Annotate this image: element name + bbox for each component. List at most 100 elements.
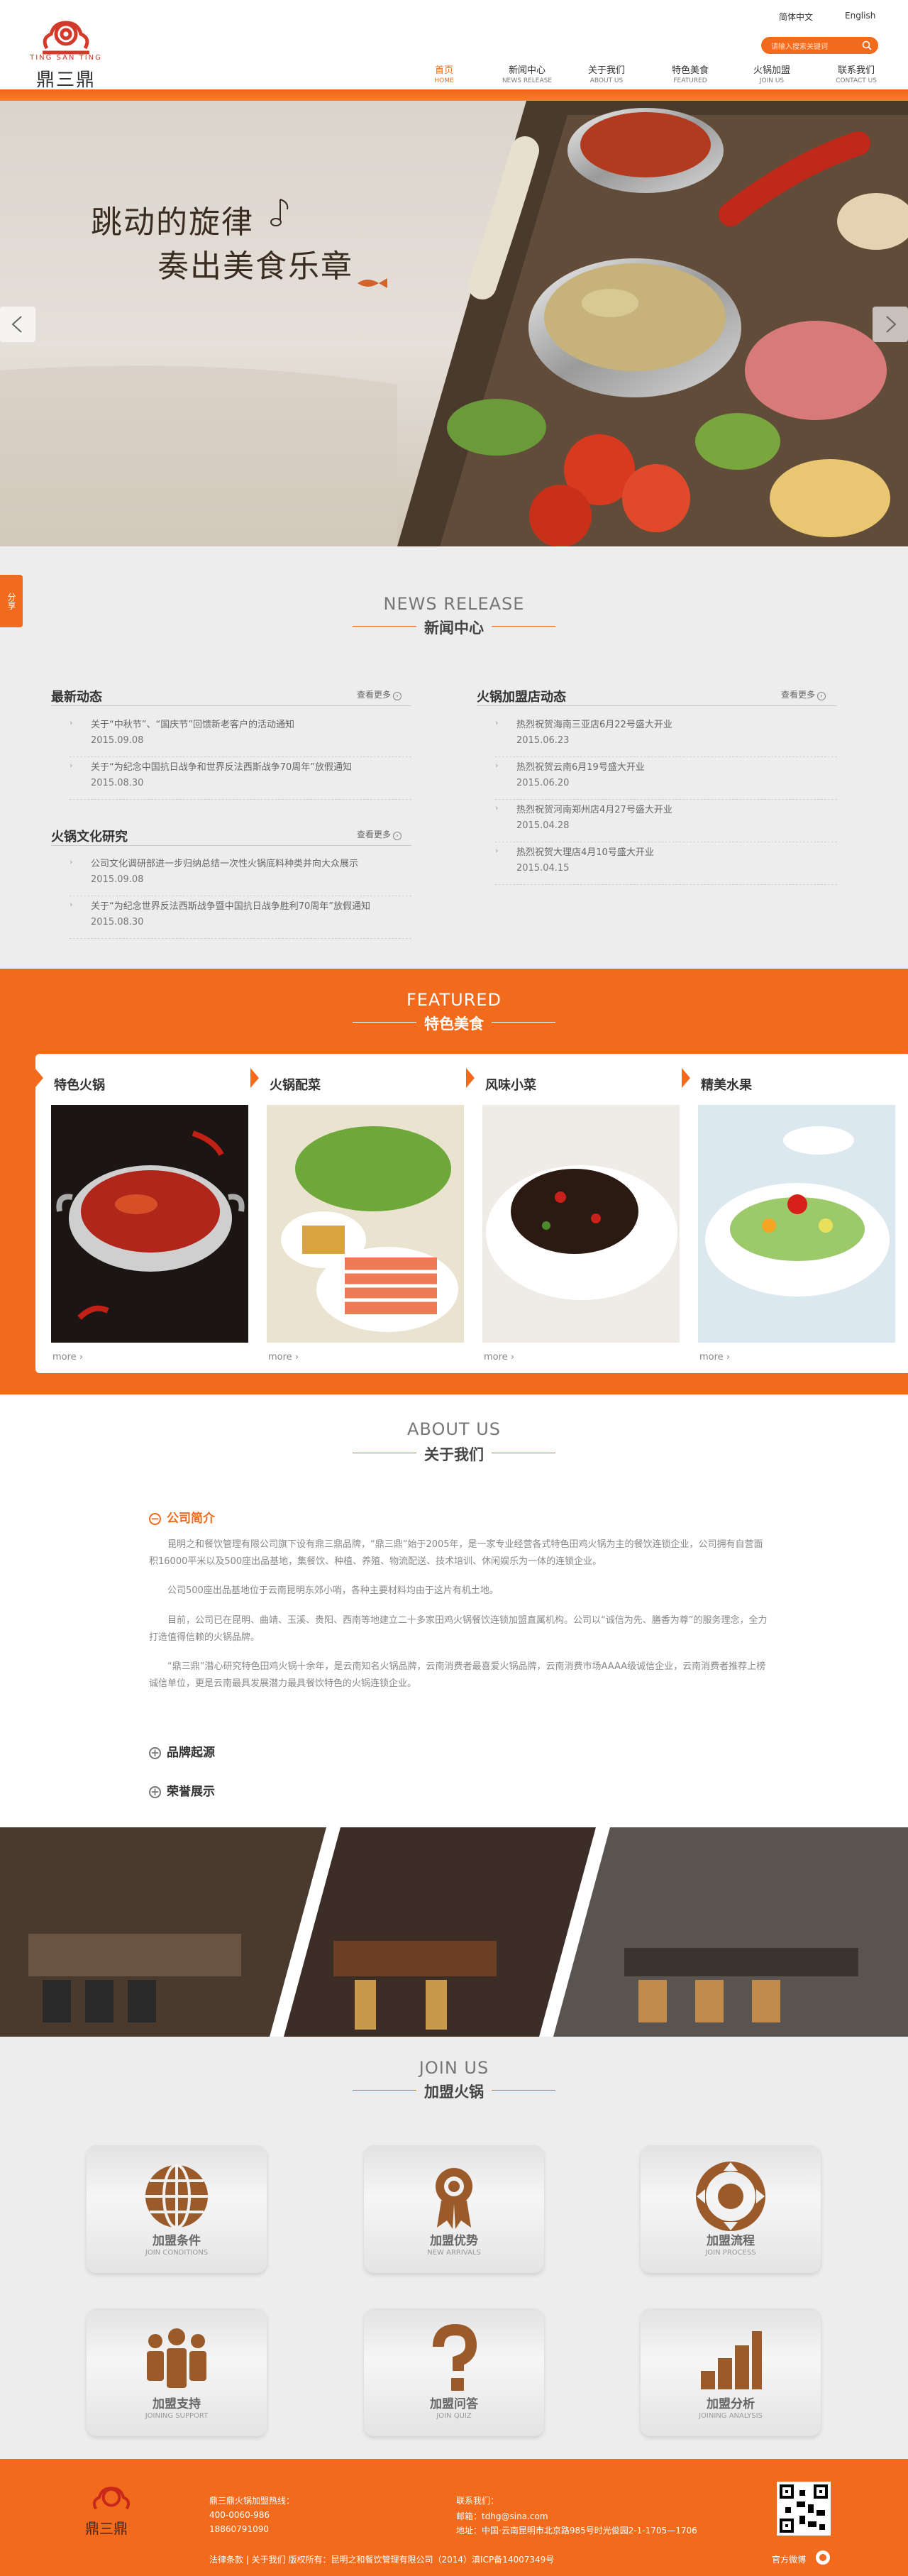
nav-home[interactable]: 首页 HOME xyxy=(430,62,458,91)
banner-slogan-line2: 奏出美食乐章 xyxy=(157,248,353,285)
card-tab-marker xyxy=(35,1068,43,1088)
news-item-divider xyxy=(70,756,411,757)
nav-news[interactable]: 新闻中心 NEWS RELEASE xyxy=(495,62,559,91)
nav-about[interactable]: 关于我们 ABOUT US xyxy=(582,62,631,91)
share-tab[interactable]: 分享 xyxy=(0,575,23,627)
news-item[interactable]: › 公司文化调研部进一步归纳总结一次性火锅底料种类并向大众展示 2015.09.08 xyxy=(70,856,411,898)
news-item-title: 热烈祝贺云南6月19号盛大开业 xyxy=(516,762,645,773)
bar-chart-icon xyxy=(701,2331,762,2389)
featured-card-snacks[interactable]: 风味小菜 more › xyxy=(466,1054,695,1373)
card-more-link[interactable]: more › xyxy=(52,1352,83,1363)
news-block-latest-title: 最新动态 xyxy=(51,690,102,705)
search-placeholder: 请输入搜索关键词 xyxy=(771,43,828,51)
footer-email[interactable]: 邮箱：tdhg@sina.com xyxy=(456,2510,548,2522)
card-more-link[interactable]: more › xyxy=(484,1352,514,1363)
banner-slogan-line1: 跳动的旋律 xyxy=(91,204,254,241)
bullet-chevron-icon: › xyxy=(495,803,499,813)
join-title-zh: 加盟火锅 xyxy=(424,2084,484,2101)
qr-code xyxy=(777,2482,831,2536)
bullet-chevron-icon: › xyxy=(70,761,73,770)
more-label: more xyxy=(699,1352,724,1363)
more-label: more xyxy=(52,1352,77,1363)
join-card-process[interactable]: 加盟流程 JOIN PROCESS xyxy=(641,2145,821,2273)
card-more-link[interactable]: more › xyxy=(699,1352,730,1363)
news-item[interactable]: › 热烈祝贺海南三亚店6月22号盛大开业 2015.06.23 xyxy=(495,717,837,759)
news-item-divider xyxy=(70,799,411,800)
footer-copyright: 法律条款 | 关于我们 版权所有：昆明之和餐饮管理有限公司（2014）滇ICP备… xyxy=(209,2555,555,2565)
accordion-honors[interactable]: + 荣誉展示 xyxy=(149,1781,215,1799)
news-item[interactable]: › 关于“为纪念中国抗日战争和世界反法西斯战争70周年”放假通知 2015.08.3… xyxy=(70,759,411,802)
join-card-advantages[interactable]: 加盟优势 NEW ARRIVALS xyxy=(364,2145,544,2273)
news-title-en: NEWS RELEASE xyxy=(383,594,525,614)
news-item[interactable]: › 关于“中秋节”、“国庆节”回馈新老客户的活动通知 2015.09.08 xyxy=(70,717,411,759)
join-title-en: JOIN US xyxy=(419,2058,489,2078)
join-card-sublabel: JOIN PROCESS xyxy=(705,2249,756,2257)
join-card-label: 加盟分析 xyxy=(707,2397,755,2411)
brand-logo[interactable]: TING SAN TING 鼎三鼎 xyxy=(27,13,105,91)
nav-featured[interactable]: 特色美食 FEATURED xyxy=(665,62,715,91)
featured-card-fruit[interactable]: 精美水果 more › xyxy=(682,1054,908,1373)
more-label: 查看更多 xyxy=(781,690,816,700)
news-item-title: 热烈祝贺大理店4月10号盛大开业 xyxy=(516,847,654,858)
nav-about-label: 关于我们 xyxy=(587,65,625,76)
accordion-label: 公司简介 xyxy=(167,1512,215,1526)
lang-zh-link[interactable]: 简体中文 xyxy=(779,11,813,23)
news-section: NEWS RELEASE 新闻中心 最新动态 查看更多 › › 关于“中秋节”、“国… xyxy=(0,546,908,969)
globe-icon xyxy=(145,2164,208,2229)
site-header: TING SAN TING 鼎三鼎 简体中文 English 请输入搜索关键词 … xyxy=(0,0,908,96)
news-item-title: 关于“为纪念中国抗日战争和世界反法西斯战争70周年”放假通知 xyxy=(91,762,353,773)
news-item-date: 2015.04.28 xyxy=(516,820,570,831)
join-card-support[interactable]: 加盟支持 JOINING SUPPORT xyxy=(87,2308,267,2436)
accordion-label: 荣誉展示 xyxy=(167,1785,215,1799)
news-item-divider xyxy=(495,884,837,885)
about-title-en: ABOUT US xyxy=(406,1419,501,1439)
news-item[interactable]: › 热烈祝贺大理店4月10号盛大开业 2015.04.15 xyxy=(495,844,837,887)
bullet-chevron-icon: › xyxy=(70,900,73,909)
footer-weibo-label[interactable]: 官方微博 xyxy=(772,2553,806,2565)
join-card-conditions[interactable]: 加盟条件 JOIN CONDITIONS xyxy=(87,2145,267,2273)
search-icon[interactable] xyxy=(861,40,873,51)
arrow-right-icon: › xyxy=(393,692,402,700)
featured-title-en: FEATURED xyxy=(406,990,502,1010)
arrow-right-icon: › xyxy=(393,832,402,840)
weibo-icon[interactable] xyxy=(814,2550,831,2565)
card-more-link[interactable]: more › xyxy=(268,1352,299,1363)
news-title-zh: 新闻中心 xyxy=(424,620,484,637)
news-item[interactable]: › 热烈祝贺云南6月19号盛大开业 2015.06.20 xyxy=(495,759,837,802)
lang-en-link[interactable]: English xyxy=(845,11,875,21)
banner-next-arrow[interactable] xyxy=(873,307,908,342)
about-paragraph: 目前，公司已在昆明、曲靖、玉溪、贵阳、西南等地建立二十多家田鸡火锅餐饮连锁加盟直… xyxy=(149,1615,768,1643)
accordion-brand-origin[interactable]: + 品牌起源 xyxy=(149,1742,215,1760)
featured-card-hotpot[interactable]: 特色火锅 more › xyxy=(35,1054,264,1373)
nav-join[interactable]: 火锅加盟 JOIN US xyxy=(747,62,797,91)
news-item-divider xyxy=(495,756,837,757)
side-dishes-photo xyxy=(267,1105,464,1343)
accordion-company-intro[interactable]: − 公司简介 xyxy=(149,1508,215,1526)
news-more-link[interactable]: 查看更多 › xyxy=(781,688,826,700)
nav-news-en: NEWS RELEASE xyxy=(502,77,553,84)
bullet-chevron-icon: › xyxy=(70,718,73,727)
music-note-icon xyxy=(270,199,289,226)
join-card-analysis[interactable]: 加盟分析 JOINING ANALYSIS xyxy=(641,2308,821,2436)
snack-dish-photo xyxy=(482,1105,680,1343)
news-item[interactable]: › 关于“为纪念世界反法西斯战争暨中国抗日战争胜利70周年”放假通知 2015.08… xyxy=(70,898,411,941)
news-more-link[interactable]: 查看更多 › xyxy=(357,688,402,700)
expand-plus-icon: + xyxy=(149,1786,161,1798)
news-item-title: 热烈祝贺海南三亚店6月22号盛大开业 xyxy=(516,720,672,730)
card-tab-marker xyxy=(682,1068,690,1088)
more-label: more xyxy=(484,1352,508,1363)
banner-prev-arrow[interactable] xyxy=(0,307,35,342)
featured-card-sides[interactable]: 火锅配菜 more › xyxy=(250,1054,480,1373)
bullet-chevron-icon: › xyxy=(495,761,499,770)
join-card-faq[interactable]: 加盟问答 JOIN QUIZ xyxy=(364,2308,544,2436)
collapse-minus-icon: − xyxy=(149,1513,161,1525)
news-block-rule xyxy=(51,845,411,846)
news-item-date: 2015.09.08 xyxy=(91,735,144,746)
search-box[interactable]: 请输入搜索关键词 xyxy=(761,37,878,54)
cloud-logo-icon xyxy=(43,21,89,55)
card-title: 精美水果 xyxy=(701,1078,752,1093)
nav-contact[interactable]: 联系我们 CONTACT US xyxy=(828,62,885,91)
news-item[interactable]: › 热烈祝贺河南郑州店4月27号盛大开业 2015.04.28 xyxy=(495,802,837,844)
news-more-link[interactable]: 查看更多 › xyxy=(357,828,402,840)
join-card-sublabel: NEW ARRIVALS xyxy=(427,2249,481,2257)
